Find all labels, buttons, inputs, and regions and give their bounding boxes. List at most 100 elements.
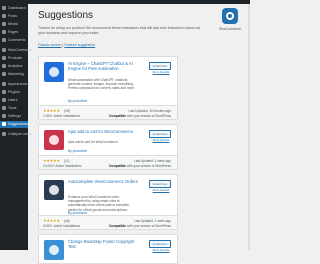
sidebar-item-label: Users <box>8 98 18 102</box>
more-details-link[interactable]: More Details <box>151 248 171 252</box>
plugin-icon <box>44 180 64 200</box>
sidebar-item-label: Tools <box>8 106 17 110</box>
rating-count: (46) <box>64 218 70 223</box>
sidebar-item-tools[interactable]: Tools <box>0 105 28 112</box>
collapse-icon <box>2 132 6 136</box>
sidebar-item-comments[interactable]: Comments <box>0 37 28 44</box>
sidebar-item-woocommerce[interactable]: WooCommerce <box>0 47 33 54</box>
sidebar-item-products[interactable]: Products <box>0 55 28 62</box>
admin-sidebar: Dashboard Posts Media Pages Comments Woo… <box>0 4 33 250</box>
woocommerce-icon <box>2 48 6 52</box>
sidebar-item-label: Media <box>8 22 18 26</box>
sidebar-item-label: Appearance <box>8 82 28 86</box>
scrollbar[interactable] <box>248 4 250 250</box>
plugin-title[interactable]: AI Engine – ChatGPT Chatbot & AI Engine … <box>68 61 138 71</box>
more-details-link[interactable]: More Details <box>151 188 171 192</box>
plugin-icon <box>44 130 64 150</box>
plugin-title[interactable]: Autocomplete WooCommerce Orders <box>68 179 138 184</box>
media-icon <box>2 22 6 26</box>
active-installs: 5,000+ Active Installations <box>43 224 80 228</box>
compatibility: Compatible with your version of WordPres… <box>108 114 171 118</box>
users-icon <box>2 98 6 102</box>
plugin-card-footer: ★★★★★ (46) Last Updated: 1 week ago 5,00… <box>39 215 177 229</box>
install-now-button[interactable]: Install Now <box>149 130 171 138</box>
sidebar-item-label: Suggestions <box>8 122 28 126</box>
wrench-icon <box>2 106 6 110</box>
page-title: Suggestions <box>38 10 94 21</box>
plugin-card-footer: ★★★★★ (11) Last Updated: 1 week ago 10,0… <box>39 155 177 169</box>
sidebar-item-suggestions[interactable]: Suggestions <box>0 121 28 128</box>
sidebar-item-label: Settings <box>8 114 21 118</box>
sidebar-item-label: Marketing <box>8 72 24 76</box>
active-installs: 1,000+ Active Installations <box>43 114 80 118</box>
plugin-card-footer: ★★★★★ (28) Last Updated: 15 minutes ago … <box>39 105 177 119</box>
page-links: Classic screen|Feature suggestion <box>38 43 95 47</box>
sidebar-item-label: Pages <box>8 30 19 34</box>
plugin-card: Ajax add to cart for WooCommerce Ajax ad… <box>38 124 178 170</box>
sidebar-item-plugins[interactable]: Plugins <box>0 89 28 96</box>
plugin-card: Autocomplete WooCommerce Orders Enhance … <box>38 174 178 230</box>
sidebar-item-label: Products <box>8 56 23 60</box>
chart-icon <box>2 64 6 68</box>
compatibility: Compatible with your version of WordPres… <box>108 224 171 228</box>
sidebar-item-users[interactable]: Users <box>0 97 28 104</box>
plugin-description: Smart automation with ChatGPT: chatbots,… <box>68 78 135 91</box>
last-updated: Last Updated: 1 week ago <box>133 158 171 163</box>
more-details-link[interactable]: More Details <box>151 138 171 142</box>
active-installs: 10,000+ Active Installations <box>43 164 82 168</box>
plugin-author: By productive <box>68 99 88 103</box>
install-now-button[interactable]: Install Now <box>149 240 171 248</box>
comment-icon <box>2 38 6 42</box>
rating-count: (11) <box>64 158 70 163</box>
page-description: Thanks for using our product! We recomme… <box>38 26 201 35</box>
last-updated: Last Updated: 15 minutes ago <box>128 108 171 113</box>
sidebar-item-marketing[interactable]: Marketing <box>0 71 28 78</box>
sidebar-item-appearance[interactable]: Appearance <box>0 81 28 88</box>
brush-icon <box>2 82 6 86</box>
sidebar-item-analytics[interactable]: Analytics <box>0 63 28 70</box>
rating-stars: ★★★★★ <box>43 218 60 223</box>
page-icon <box>2 30 6 34</box>
settings-icon <box>2 114 6 118</box>
plugin-icon <box>44 62 64 82</box>
sidebar-item-media[interactable]: Media <box>0 21 28 28</box>
plugin-icon <box>2 90 6 94</box>
megaphone-icon <box>2 72 6 76</box>
logo-icon <box>222 8 238 24</box>
install-now-button[interactable]: Install Now <box>149 62 171 70</box>
sidebar-item-pages[interactable]: Pages <box>0 29 28 36</box>
sidebar-item-label: Comments <box>8 38 26 42</box>
sidebar-item-label: Analytics <box>8 64 23 68</box>
sidebar-item-settings[interactable]: Settings <box>0 113 28 120</box>
plugin-description: Enhance your WooCommerce order managemen… <box>68 195 130 212</box>
compatibility: Compatible with your version of WordPres… <box>108 164 171 168</box>
plugin-description: Ajax add to cart for WooCommerce. <box>68 140 119 144</box>
plugin-icon <box>44 240 64 260</box>
plugin-title[interactable]: Ajax add to cart for WooCommerce <box>68 129 138 134</box>
rating-count: (28) <box>64 108 70 113</box>
archive-icon <box>2 56 6 60</box>
more-details-link[interactable]: More Details <box>151 70 171 74</box>
sidebar-item-collapse[interactable]: Collapse menu <box>0 131 32 138</box>
sidebar-item-dashboard[interactable]: Dashboard <box>0 5 28 12</box>
plugin-card: Change Bootstrap Footer Copyright Text I… <box>38 234 178 264</box>
vendor-logo: WooCommerce <box>219 8 241 38</box>
main-content: Suggestions Thanks for using our product… <box>28 4 250 264</box>
classic-screen-link[interactable]: Classic screen <box>38 43 61 47</box>
sidebar-item-posts[interactable]: Posts <box>0 13 28 20</box>
sidebar-item-label: Dashboard <box>8 6 26 10</box>
plugin-author: By productive <box>68 149 88 153</box>
logo-text: WooCommerce <box>219 27 242 31</box>
install-now-button[interactable]: Install Now <box>149 180 171 188</box>
lightbulb-icon <box>2 122 6 126</box>
feature-suggestion-link[interactable]: Feature suggestion <box>64 43 95 47</box>
last-updated: Last Updated: 1 week ago <box>133 218 171 223</box>
sidebar-item-label: Plugins <box>8 90 20 94</box>
pin-icon <box>2 14 6 18</box>
sidebar-item-label: Posts <box>8 14 17 18</box>
plugin-card: AI Engine – ChatGPT Chatbot & AI Engine … <box>38 56 178 120</box>
plugin-title[interactable]: Change Bootstrap Footer Copyright Text <box>68 239 138 249</box>
dashboard-icon <box>2 6 6 10</box>
rating-stars: ★★★★★ <box>43 158 60 163</box>
rating-stars: ★★★★★ <box>43 108 60 113</box>
